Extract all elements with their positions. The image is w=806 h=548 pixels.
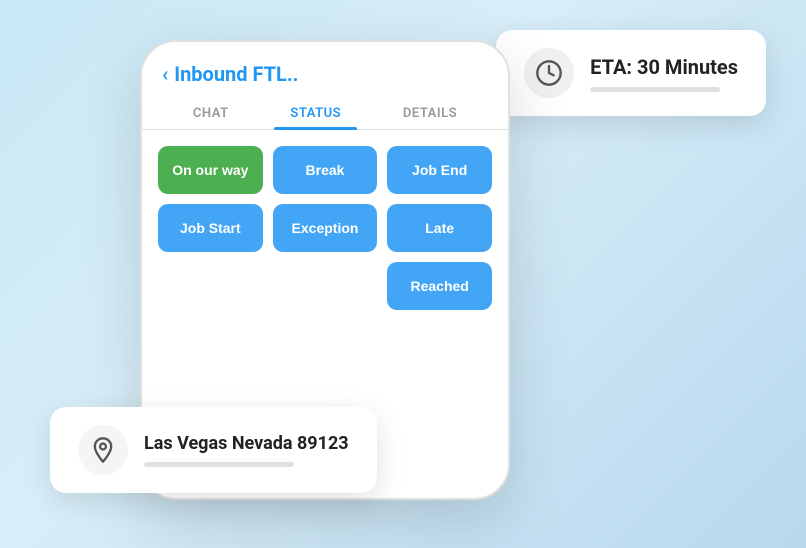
back-chevron-icon[interactable]: ‹: [162, 62, 168, 86]
location-text-block: Las Vegas Nevada 89123: [144, 433, 349, 467]
btn-job-start[interactable]: Job Start: [158, 204, 263, 252]
btn-reached[interactable]: Reached: [387, 262, 492, 310]
screen-title: Inbound FTL..: [174, 62, 298, 86]
eta-card: ETA: 30 Minutes: [496, 30, 766, 116]
eta-label: ETA: 30 Minutes: [590, 55, 738, 79]
location-pin-icon: [89, 436, 117, 464]
location-icon-circle: [78, 425, 128, 475]
location-card: Las Vegas Nevada 89123: [50, 407, 377, 493]
btn-exception[interactable]: Exception: [273, 204, 378, 252]
btn-on-our-way[interactable]: On our way: [158, 146, 263, 194]
tab-status[interactable]: STATUS: [274, 98, 357, 129]
status-grid: On our way Break Job End Job Start Excep…: [142, 130, 508, 326]
clock-icon: [535, 59, 563, 87]
btn-late[interactable]: Late: [387, 204, 492, 252]
clock-icon-circle: [524, 48, 574, 98]
location-label: Las Vegas Nevada 89123: [144, 433, 349, 454]
tab-chat[interactable]: CHAT: [177, 98, 245, 129]
location-progress-bar: [144, 462, 294, 467]
eta-progress-bar: [590, 87, 720, 92]
back-row: ‹ Inbound FTL..: [162, 62, 488, 86]
btn-job-end[interactable]: Job End: [387, 146, 492, 194]
phone-header: ‹ Inbound FTL.. CHAT STATUS DETAILS: [142, 42, 508, 130]
tab-details[interactable]: DETAILS: [387, 98, 473, 129]
btn-break[interactable]: Break: [273, 146, 378, 194]
eta-text-block: ETA: 30 Minutes: [590, 55, 738, 92]
tabs-row: CHAT STATUS DETAILS: [142, 98, 508, 130]
